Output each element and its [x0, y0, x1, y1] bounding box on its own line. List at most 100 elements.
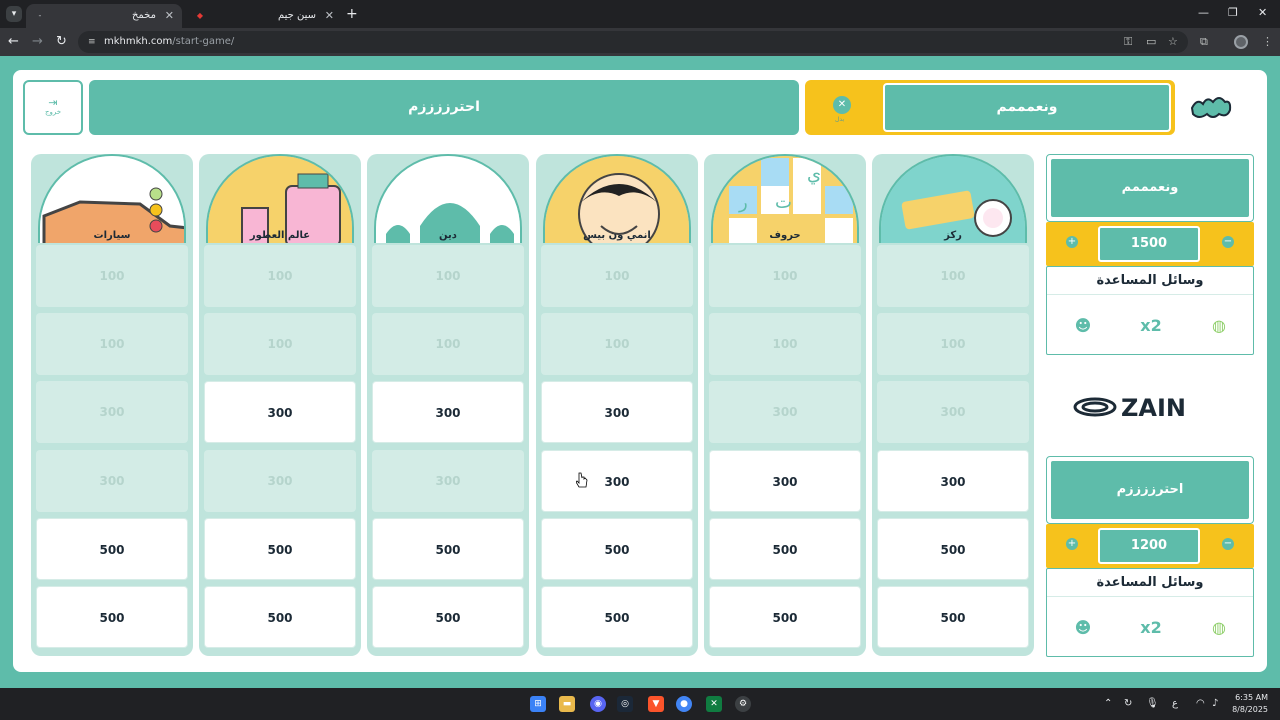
- double-points-icon[interactable]: x2: [1117, 301, 1185, 351]
- volume-icon[interactable]: ♪: [1212, 697, 1218, 711]
- mouse-cursor-icon: [576, 472, 588, 488]
- app-icon[interactable]: ⚙: [735, 696, 751, 712]
- zain-logo-text: ZAIN: [1121, 394, 1186, 422]
- question-cell[interactable]: 300: [372, 381, 524, 443]
- team-score: 1200: [1098, 528, 1200, 564]
- question-cell[interactable]: 500: [204, 518, 356, 580]
- exit-button[interactable]: ⇥ خروج: [23, 80, 83, 135]
- reload-icon[interactable]: ↻: [56, 34, 67, 50]
- language-indicator[interactable]: ع: [1172, 697, 1178, 711]
- score-box: + 1500 −: [1046, 222, 1254, 266]
- discord-icon[interactable]: ◉: [590, 696, 606, 712]
- question-cell[interactable]: 500: [372, 586, 524, 648]
- forward-icon[interactable]: →: [32, 34, 43, 50]
- category-header: عالم العطور: [206, 154, 354, 243]
- category-name: انمي ون بيس: [583, 230, 651, 241]
- question-cell[interactable]: 300: [541, 450, 693, 512]
- address-bar[interactable]: ≡ mkhmkh.com/start-game/ ⚿ ▭ ☆: [78, 31, 1188, 53]
- tab-inactive[interactable]: ◆ سين جيم ✕: [186, 4, 342, 28]
- question-cell[interactable]: 300: [877, 450, 1029, 512]
- question-cell-used: 300: [372, 450, 524, 512]
- call-friend-icon[interactable]: ☻: [1049, 301, 1117, 351]
- category-name: حروف: [769, 230, 801, 241]
- wifi-icon[interactable]: ◠: [1196, 697, 1205, 711]
- call-friend-icon[interactable]: ☻: [1049, 603, 1117, 653]
- back-icon[interactable]: ←: [8, 34, 19, 50]
- chrome-icon[interactable]: ●: [676, 696, 692, 712]
- clock-time: 6:35 AM: [1235, 693, 1268, 702]
- increase-score-icon[interactable]: +: [1066, 236, 1078, 248]
- question-cell[interactable]: 500: [36, 518, 188, 580]
- switch-turn-button[interactable]: ✕: [833, 96, 851, 114]
- help-tools-title: وسائل المساعدة: [1047, 267, 1253, 295]
- question-cell[interactable]: 500: [877, 518, 1029, 580]
- minimize-icon[interactable]: —: [1198, 6, 1209, 20]
- file-explorer-icon[interactable]: ▬: [559, 696, 575, 712]
- start-icon[interactable]: ⊞: [530, 696, 546, 712]
- decrease-score-icon[interactable]: −: [1222, 236, 1234, 248]
- question-cell[interactable]: 500: [204, 586, 356, 648]
- url-domain: mkhmkh.com: [104, 36, 173, 47]
- question-cell-used: 300: [36, 381, 188, 443]
- new-tab-icon[interactable]: +: [346, 6, 358, 22]
- category-header: سيارات: [38, 154, 186, 243]
- category-name: ركز: [944, 230, 962, 241]
- profile-avatar[interactable]: [1234, 35, 1248, 49]
- steam-icon[interactable]: ◎: [617, 696, 633, 712]
- help-tools-title: وسائل المساعدة: [1047, 569, 1253, 597]
- decrease-score-icon[interactable]: −: [1222, 538, 1234, 550]
- help-tools: وسائل المساعدة ☻ x2 ◍: [1046, 266, 1254, 355]
- cast-icon[interactable]: ▭: [1146, 35, 1156, 49]
- category-header: ركز: [879, 154, 1027, 243]
- menu-kebab-icon[interactable]: ⋮: [1262, 35, 1273, 49]
- question-cell[interactable]: 500: [709, 518, 861, 580]
- team-name: ونعمممم: [1051, 159, 1249, 217]
- site-favicon-icon: ◆: [196, 11, 204, 20]
- question-cell-used: 100: [204, 245, 356, 307]
- double-points-icon[interactable]: x2: [1117, 603, 1185, 653]
- close-tab-icon[interactable]: ✕: [325, 4, 334, 28]
- question-cell-used: 100: [541, 313, 693, 375]
- extensions-icon[interactable]: ⧉: [1200, 35, 1208, 49]
- question-cell[interactable]: 300: [541, 381, 693, 443]
- excel-icon[interactable]: ✕: [706, 696, 722, 712]
- timer-icon[interactable]: ◍: [1185, 603, 1253, 653]
- question-cell-used: 100: [877, 313, 1029, 375]
- category-name: عالم العطور: [249, 230, 311, 241]
- system-clock[interactable]: 6:35 AM 8/8/2025: [1228, 692, 1268, 716]
- question-cell-used: 100: [709, 245, 861, 307]
- brave-icon[interactable]: ▼: [648, 696, 664, 712]
- tab-active[interactable]: - مخمخ ✕: [26, 4, 182, 28]
- site-info-icon[interactable]: ≡: [88, 37, 98, 47]
- switch-turn-label: بدل: [835, 116, 845, 123]
- page-background: ⇥ خروج احترززززم ✕ بدل ونعمممم سيارات 100…: [0, 56, 1280, 688]
- question-cell[interactable]: 500: [877, 586, 1029, 648]
- question-cell[interactable]: 500: [709, 586, 861, 648]
- tab-search-icon[interactable]: ▾: [6, 6, 22, 22]
- close-tab-icon[interactable]: ✕: [165, 4, 174, 28]
- question-cell[interactable]: 500: [541, 586, 693, 648]
- timer-icon[interactable]: ◍: [1185, 301, 1253, 351]
- question-cell[interactable]: 500: [372, 518, 524, 580]
- close-window-icon[interactable]: ✕: [1258, 6, 1267, 20]
- sync-icon[interactable]: ↻: [1124, 697, 1132, 711]
- windows-taskbar: ⊞ ▬ ◉ ◎ ▼ ● ✕ ⚙ ⌃ ↻ 🎙 ع ◠ ♪ 6:35 AM 8/8/…: [0, 688, 1280, 720]
- question-cell[interactable]: 300: [709, 450, 861, 512]
- question-cell[interactable]: 500: [36, 586, 188, 648]
- question-cell-used: 100: [877, 245, 1029, 307]
- question-cell[interactable]: 500: [541, 518, 693, 580]
- category-column: انمي ون بيس 100 100 300 300 500 500: [536, 154, 698, 656]
- microphone-icon[interactable]: 🎙: [1146, 697, 1159, 711]
- other-team-banner: احترززززم: [89, 80, 799, 135]
- tray-chevron-icon[interactable]: ⌃: [1104, 697, 1112, 711]
- password-key-icon[interactable]: ⚿: [1124, 35, 1132, 49]
- score-box: + 1200 −: [1046, 524, 1254, 568]
- svg-text:ي: ي: [807, 164, 821, 185]
- browser-tab-bar: ▾ - مخمخ ✕ ◆ سين جيم ✕ + — ❐ ✕: [0, 0, 1280, 28]
- restore-icon[interactable]: ❐: [1228, 6, 1238, 20]
- question-cell[interactable]: 300: [204, 381, 356, 443]
- increase-score-icon[interactable]: +: [1066, 538, 1078, 550]
- url-path: /start-game/: [172, 36, 235, 47]
- exit-icon: ⇥: [48, 96, 58, 109]
- bookmark-star-icon[interactable]: ☆: [1168, 35, 1178, 49]
